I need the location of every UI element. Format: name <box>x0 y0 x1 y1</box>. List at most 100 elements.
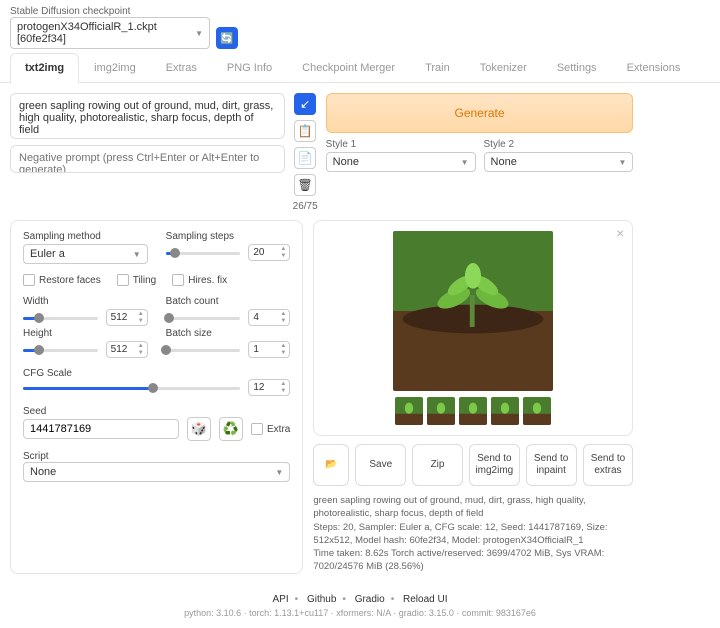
extra-checkbox[interactable]: Extra <box>251 423 290 435</box>
cfg-slider[interactable] <box>23 381 240 395</box>
recycle-icon: ♻️ <box>223 421 239 437</box>
trash-icon: 🗑 <box>298 178 313 192</box>
style2-value: None <box>491 156 517 168</box>
info-timing: Time taken: 8.62s Torch active/reserved:… <box>313 547 633 574</box>
tab-checkpoint-merger[interactable]: Checkpoint Merger <box>287 53 410 82</box>
style2-select[interactable]: None ▼ <box>484 152 634 172</box>
send-img2img-button[interactable]: Send to img2img <box>469 444 520 486</box>
main-tabs: txt2img img2img Extras PNG Info Checkpoi… <box>0 53 720 83</box>
paste-button[interactable]: 📋 <box>294 120 316 142</box>
negative-prompt-input[interactable] <box>10 145 285 173</box>
refresh-checkpoint-button[interactable]: 🔄 <box>216 27 238 49</box>
tiling-label: Tiling <box>133 275 157 286</box>
hires-fix-checkbox[interactable]: Hires. fix <box>172 274 227 286</box>
height-input[interactable]: 512▲▼ <box>106 341 148 358</box>
sampling-steps-label: Sampling steps <box>166 231 291 242</box>
batch-size-slider[interactable] <box>166 343 241 357</box>
width-input[interactable]: 512▲▼ <box>106 309 148 326</box>
generate-button[interactable]: Generate <box>326 93 634 133</box>
sampling-method-label: Sampling method <box>23 231 148 242</box>
footer-gradio-link[interactable]: Gradio <box>355 594 385 605</box>
file-icon: 📄 <box>298 151 313 165</box>
batch-size-input[interactable]: 1▲▼ <box>248 341 290 358</box>
sampling-method-select[interactable]: Euler a ▼ <box>23 244 148 264</box>
thumbnail[interactable] <box>491 397 519 425</box>
zip-button[interactable]: Zip <box>412 444 463 486</box>
tab-train[interactable]: Train <box>410 53 465 82</box>
batch-count-input[interactable]: 4▲▼ <box>248 309 290 326</box>
generated-image[interactable] <box>393 231 553 391</box>
reuse-seed-button[interactable]: ♻️ <box>219 417 243 441</box>
style1-label: Style 1 <box>326 139 476 150</box>
thumbnail-row <box>395 397 551 425</box>
style2-label: Style 2 <box>484 139 634 150</box>
seed-input[interactable] <box>23 419 179 439</box>
tab-settings[interactable]: Settings <box>542 53 612 82</box>
refresh-icon: 🔄 <box>220 32 234 45</box>
random-seed-button[interactable]: 🎲 <box>187 417 211 441</box>
thumbnail[interactable] <box>459 397 487 425</box>
clipboard-icon: 📋 <box>298 124 313 138</box>
seed-label: Seed <box>23 406 290 417</box>
close-gallery-button[interactable]: × <box>616 225 624 241</box>
thumbnail[interactable] <box>427 397 455 425</box>
restore-faces-label: Restore faces <box>39 275 101 286</box>
send-inpaint-button[interactable]: Send to inpaint <box>526 444 577 486</box>
extra-label: Extra <box>267 424 290 435</box>
footer-reload-link[interactable]: Reload UI <box>403 594 447 605</box>
footer-meta: python: 3.10.6 · torch: 1.13.1+cu117 · x… <box>0 608 720 618</box>
cfg-value: 12 <box>253 382 264 393</box>
width-slider[interactable] <box>23 311 98 325</box>
batch-size-label: Batch size <box>166 328 291 339</box>
thumbnail[interactable] <box>395 397 423 425</box>
width-label: Width <box>23 296 148 307</box>
arrow-icon: ↙ <box>300 97 310 111</box>
footer: API• Github• Gradio• Reload UI python: 3… <box>0 584 720 628</box>
save-button[interactable]: Save <box>355 444 406 486</box>
width-value: 512 <box>111 312 128 323</box>
chevron-down-icon: ▼ <box>195 29 203 38</box>
prompt-input[interactable]: green sapling rowing out of ground, mud,… <box>10 93 285 139</box>
restore-faces-checkbox[interactable]: Restore faces <box>23 274 101 286</box>
footer-api-link[interactable]: API <box>273 594 289 605</box>
batch-count-value: 4 <box>253 312 259 323</box>
height-value: 512 <box>111 344 128 355</box>
chevron-down-icon: ▼ <box>461 158 469 167</box>
script-label: Script <box>23 451 290 462</box>
batch-count-slider[interactable] <box>166 311 241 325</box>
tab-img2img[interactable]: img2img <box>79 53 151 82</box>
checkpoint-value: protogenX34OfficialR_1.ckpt [60fe2f34] <box>17 21 189 45</box>
info-prompt: green sapling rowing out of ground, mud,… <box>313 494 633 521</box>
trash-button[interactable]: 🗑 <box>294 174 316 196</box>
batch-size-value: 1 <box>253 344 259 355</box>
thumbnail[interactable] <box>523 397 551 425</box>
style1-select[interactable]: None ▼ <box>326 152 476 172</box>
chevron-down-icon: ▼ <box>275 468 283 477</box>
tab-tokenizer[interactable]: Tokenizer <box>465 53 542 82</box>
sampling-steps-input[interactable]: 20▲▼ <box>248 244 290 261</box>
script-value: None <box>30 466 56 478</box>
cfg-label: CFG Scale <box>23 368 290 379</box>
chevron-down-icon: ▼ <box>133 250 141 259</box>
tiling-checkbox[interactable]: Tiling <box>117 274 157 286</box>
folder-icon: 📂 <box>325 459 337 471</box>
footer-github-link[interactable]: Github <box>307 594 336 605</box>
tab-txt2img[interactable]: txt2img <box>10 53 79 83</box>
tab-extensions[interactable]: Extensions <box>612 53 696 82</box>
cfg-input[interactable]: 12▲▼ <box>248 379 290 396</box>
checkpoint-select[interactable]: protogenX34OfficialR_1.ckpt [60fe2f34] ▼ <box>10 17 210 49</box>
chevron-down-icon: ▼ <box>618 158 626 167</box>
clear-button[interactable]: 📄 <box>294 147 316 169</box>
height-slider[interactable] <box>23 343 98 357</box>
tab-pnginfo[interactable]: PNG Info <box>212 53 287 82</box>
style1-value: None <box>333 156 359 168</box>
send-extras-button[interactable]: Send to extras <box>583 444 634 486</box>
script-select[interactable]: None ▼ <box>23 462 290 482</box>
info-params: Steps: 20, Sampler: Euler a, CFG scale: … <box>313 521 633 548</box>
sampling-method-value: Euler a <box>30 248 65 260</box>
dice-icon: 🎲 <box>191 421 207 437</box>
sampling-steps-slider[interactable] <box>166 246 241 260</box>
open-folder-button[interactable]: 📂 <box>313 444 349 486</box>
tab-extras[interactable]: Extras <box>151 53 212 82</box>
interrogate-button[interactable]: ↙ <box>294 93 316 115</box>
